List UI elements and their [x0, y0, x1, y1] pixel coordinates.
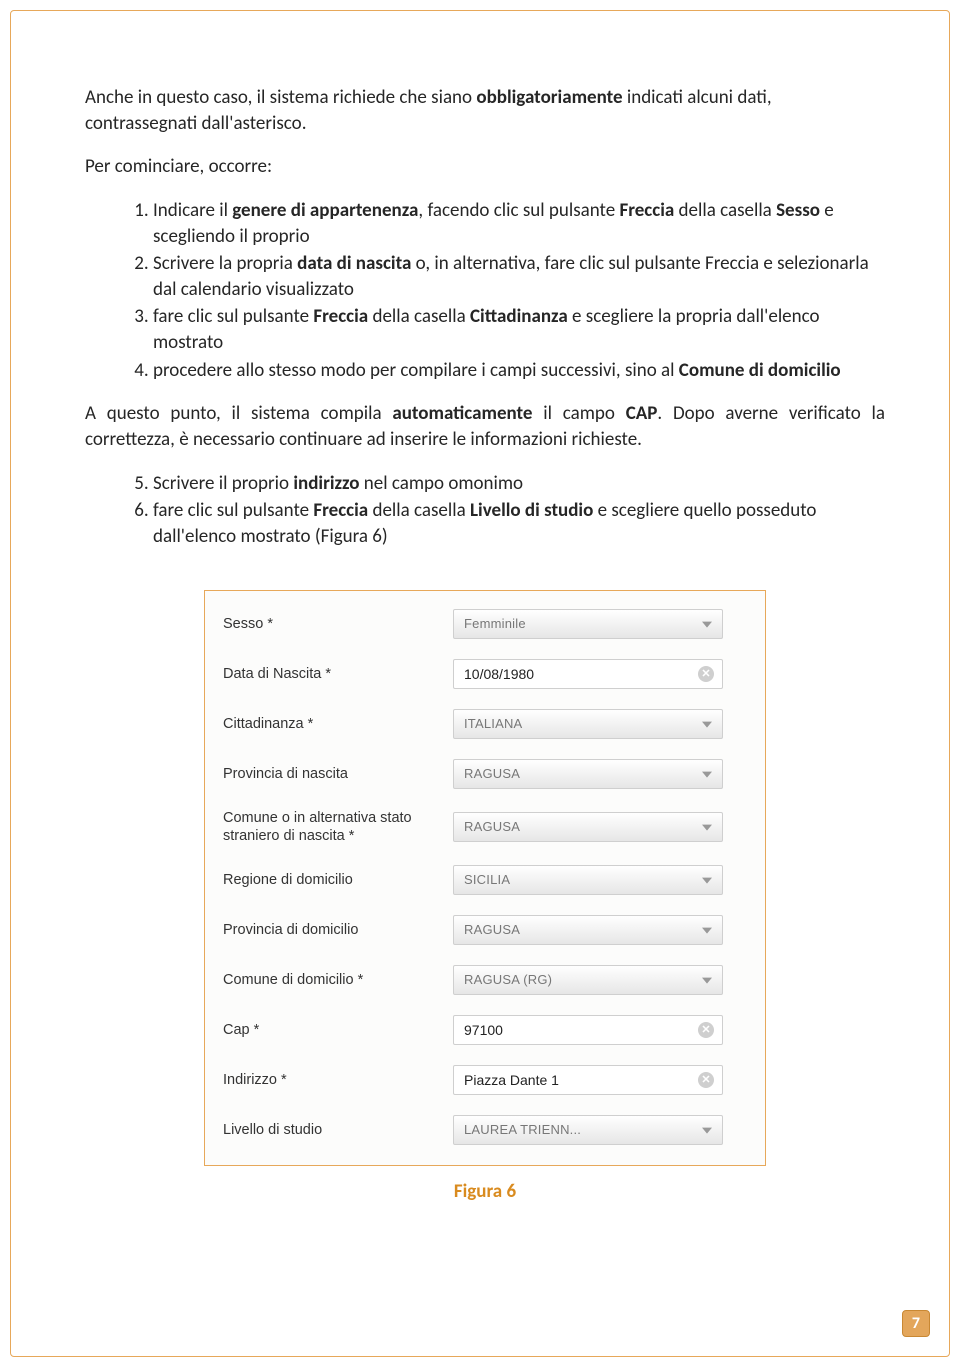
label-sesso: Sesso * [223, 615, 453, 633]
text: fare clic sul pulsante [153, 499, 313, 522]
form-row-sesso: Sesso * Femminile [223, 609, 747, 639]
select-comune-domicilio[interactable]: RAGUSA (RG) [453, 965, 723, 995]
input-indirizzo[interactable]: Piazza Dante 1 ✕ [453, 1065, 723, 1095]
clear-icon[interactable]: ✕ [698, 1022, 714, 1038]
label-cittadinanza: Cittadinanza * [223, 715, 453, 733]
page: Anche in questo caso, il sistema richied… [0, 0, 960, 1367]
select-livello-studio[interactable]: LAUREA TRIENN... [453, 1115, 723, 1145]
input-value: Piazza Dante 1 [464, 1072, 559, 1088]
select-cittadinanza[interactable]: ITALIANA [453, 709, 723, 739]
bold-text: genere di appartenenza [232, 199, 418, 222]
label-cap: Cap * [223, 1021, 453, 1039]
bold-text: indirizzo [293, 472, 359, 495]
text: Indicare il [153, 199, 232, 222]
text: nel campo omonimo [359, 472, 523, 495]
chevron-down-icon [702, 824, 712, 830]
text: della casella [368, 499, 470, 522]
figure-6: Sesso * Femminile Data di Nascita * 10/0… [204, 590, 766, 1203]
text: Scrivere il proprio [153, 472, 293, 495]
bold-text: Livello di studio [470, 499, 593, 522]
chevron-down-icon [702, 621, 712, 627]
label-regione-domicilio: Regione di domicilio [223, 871, 453, 889]
chevron-down-icon [702, 1127, 712, 1133]
label-indirizzo: Indirizzo * [223, 1071, 453, 1089]
form-row-comune-nascita: Comune o in alternativa stato straniero … [223, 809, 747, 845]
ordered-list-2: Scrivere il proprio indirizzo nel campo … [85, 471, 885, 550]
bold-text: Sesso [776, 199, 820, 222]
bold-text: automaticamente [392, 402, 532, 425]
label-comune-nascita: Comune o in alternativa stato straniero … [223, 809, 453, 845]
ordered-list-1: Indicare il genere di appartenenza, face… [85, 198, 885, 383]
input-cap[interactable]: 97100 ✕ [453, 1015, 723, 1045]
chevron-down-icon [702, 877, 712, 883]
text: della casella [368, 305, 470, 328]
text: Anche in questo caso, il sistema richied… [85, 86, 476, 109]
bold-text: Freccia [313, 499, 368, 522]
text: procedere allo stesso modo per compilare… [153, 359, 679, 382]
bold-text: data di nascita [297, 252, 411, 275]
form-row-cittadinanza: Cittadinanza * ITALIANA [223, 709, 747, 739]
figure-panel: Sesso * Femminile Data di Nascita * 10/0… [204, 590, 766, 1166]
select-value: SICILIA [464, 872, 510, 887]
select-value: RAGUSA [464, 922, 520, 937]
select-provincia-domicilio[interactable]: RAGUSA [453, 915, 723, 945]
select-sesso[interactable]: Femminile [453, 609, 723, 639]
chevron-down-icon [702, 927, 712, 933]
clear-icon[interactable]: ✕ [698, 1072, 714, 1088]
intro-paragraph-2: Per cominciare, occorre: [85, 154, 885, 180]
select-provincia-nascita[interactable]: RAGUSA [453, 759, 723, 789]
label-provincia-domicilio: Provincia di domicilio [223, 921, 453, 939]
label-comune-domicilio: Comune di domicilio * [223, 971, 453, 989]
figure-caption: Figura 6 [204, 1180, 766, 1203]
text: Scrivere la propria [153, 252, 297, 275]
bold-text: obbligatoriamente [476, 86, 622, 109]
form-row-regione-domicilio: Regione di domicilio SICILIA [223, 865, 747, 895]
form-row-data-nascita: Data di Nascita * 10/08/1980 ✕ [223, 659, 747, 689]
select-value: RAGUSA (RG) [464, 972, 552, 987]
input-value: 97100 [464, 1022, 503, 1038]
page-number-badge: 7 [902, 1310, 930, 1337]
label-data-nascita: Data di Nascita * [223, 665, 453, 683]
list-item: Indicare il genere di appartenenza, face… [153, 198, 885, 249]
form-row-provincia-nascita: Provincia di nascita RAGUSA [223, 759, 747, 789]
bold-text: CAP [626, 402, 658, 425]
chevron-down-icon [702, 721, 712, 727]
mid-paragraph: A questo punto, il sistema compila autom… [85, 401, 885, 452]
bold-text: Freccia [619, 199, 674, 222]
list-item: fare clic sul pulsante Freccia della cas… [153, 498, 885, 549]
select-regione-domicilio[interactable]: SICILIA [453, 865, 723, 895]
form-row-provincia-domicilio: Provincia di domicilio RAGUSA [223, 915, 747, 945]
list-item: Scrivere il proprio indirizzo nel campo … [153, 471, 885, 497]
form-row-comune-domicilio: Comune di domicilio * RAGUSA (RG) [223, 965, 747, 995]
bold-text: Cittadinanza [470, 305, 568, 328]
text: A questo punto, il sistema compila [85, 402, 392, 425]
input-data-nascita[interactable]: 10/08/1980 ✕ [453, 659, 723, 689]
select-value: RAGUSA [464, 766, 520, 781]
text: il campo [532, 402, 625, 425]
select-comune-nascita[interactable]: RAGUSA [453, 812, 723, 842]
text: , facendo clic sul pulsante [418, 199, 619, 222]
text: della casella [674, 199, 776, 222]
input-value: 10/08/1980 [464, 666, 534, 682]
label-livello-studio: Livello di studio [223, 1121, 453, 1139]
form-row-cap: Cap * 97100 ✕ [223, 1015, 747, 1045]
list-item: procedere allo stesso modo per compilare… [153, 358, 885, 384]
select-value: Femminile [464, 616, 526, 631]
select-value: ITALIANA [464, 716, 522, 731]
list-item: fare clic sul pulsante Freccia della cas… [153, 304, 885, 355]
bold-text: Comune di domicilio [679, 359, 841, 382]
chevron-down-icon [702, 771, 712, 777]
bold-text: Freccia [313, 305, 368, 328]
intro-paragraph-1: Anche in questo caso, il sistema richied… [85, 85, 885, 136]
list-item: Scrivere la propria data di nascita o, i… [153, 251, 885, 302]
chevron-down-icon [702, 977, 712, 983]
label-provincia-nascita: Provincia di nascita [223, 765, 453, 783]
form-row-indirizzo: Indirizzo * Piazza Dante 1 ✕ [223, 1065, 747, 1095]
form-row-livello-studio: Livello di studio LAUREA TRIENN... [223, 1115, 747, 1145]
content-area: Anche in questo caso, il sistema richied… [85, 85, 885, 1217]
clear-icon[interactable]: ✕ [698, 666, 714, 682]
select-value: RAGUSA [464, 819, 520, 834]
text: fare clic sul pulsante [153, 305, 313, 328]
select-value: LAUREA TRIENN... [464, 1122, 581, 1137]
